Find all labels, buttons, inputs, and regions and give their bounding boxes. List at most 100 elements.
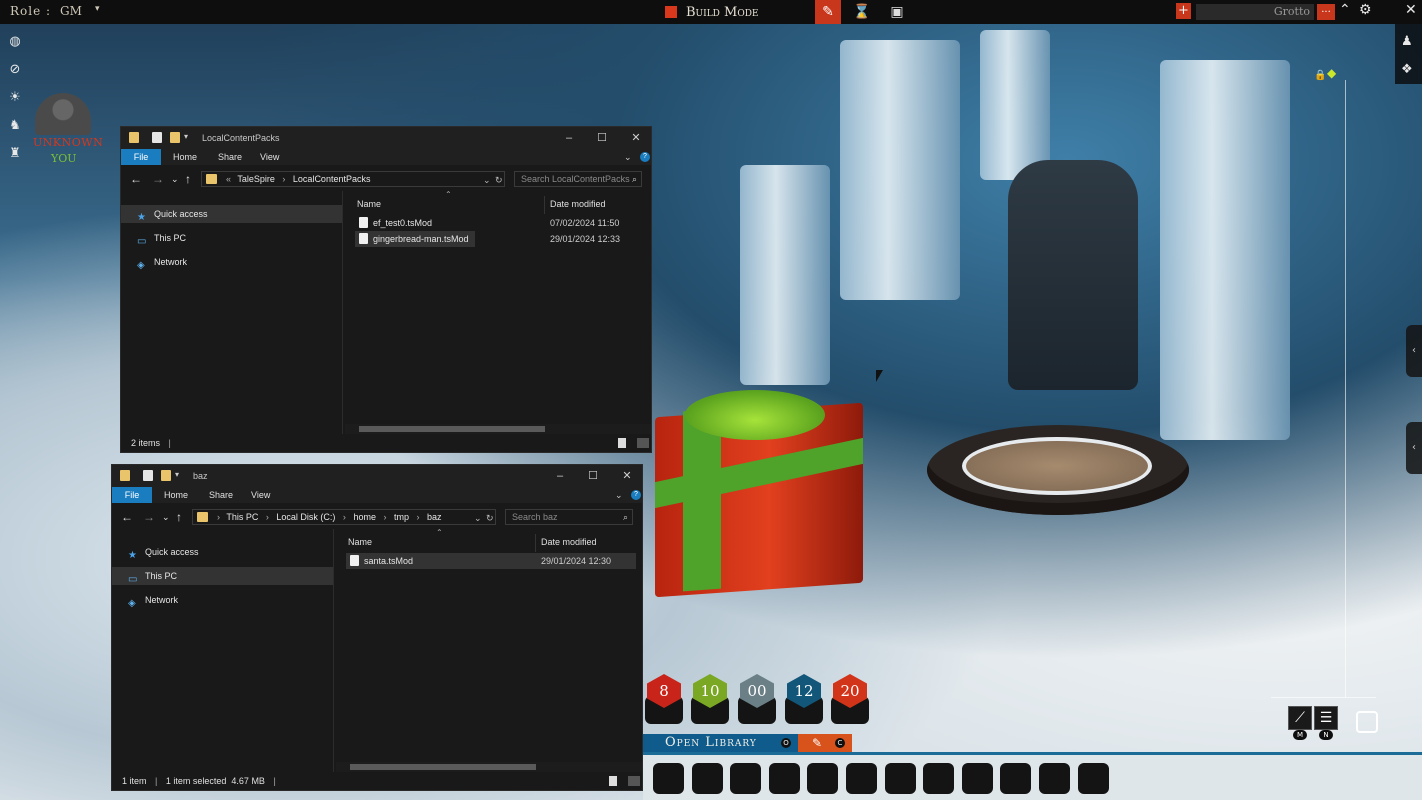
search-input[interactable]: Search baz ⌕ <box>505 509 633 525</box>
properties-icon[interactable] <box>152 132 162 143</box>
eye-off-icon[interactable]: ⊘ <box>6 62 24 80</box>
minimize-button[interactable]: – <box>562 131 576 145</box>
address-bar[interactable]: › This PC › Local Disk (C:) › home › tmp… <box>192 509 496 525</box>
creature-icon[interactable]: ♜ <box>6 146 24 164</box>
right-panel-handle[interactable]: ‹ <box>1406 325 1422 377</box>
plane-tool-button[interactable]: ☰ <box>1314 706 1338 730</box>
die-d12-button[interactable]: 12 <box>785 674 823 724</box>
tab-share[interactable]: Share <box>218 152 242 162</box>
stone-pedestal[interactable] <box>927 425 1189 515</box>
hotbar-slot[interactable] <box>846 763 877 794</box>
help-icon[interactable]: ? <box>640 152 650 162</box>
help-icon[interactable]: ? <box>631 490 641 500</box>
board-menu-button[interactable]: ... <box>1317 4 1335 20</box>
chevron-down-icon[interactable]: ▾ <box>175 470 185 481</box>
minimize-button[interactable]: – <box>553 469 567 483</box>
line-tool-button[interactable]: ⟋ <box>1288 706 1312 730</box>
layers-icon[interactable]: ❖ <box>1401 62 1413 77</box>
close-button[interactable]: ✕ <box>629 131 643 145</box>
up-arrow-icon[interactable]: ↑ <box>176 510 182 524</box>
hotbar-slot[interactable] <box>691 763 723 794</box>
details-view-icon[interactable] <box>618 438 626 448</box>
add-board-button[interactable]: + <box>1176 3 1191 19</box>
die-d8-button[interactable]: 8 <box>645 674 683 724</box>
hotbar-slot[interactable] <box>768 763 800 794</box>
address-dropdown-icon[interactable]: ⌄ <box>474 511 482 525</box>
nav-item-this-pc[interactable]: ▭ This PC <box>121 229 342 247</box>
die-d10-button[interactable]: 10 <box>691 674 729 724</box>
breadcrumb-talespire[interactable]: TaleSpire <box>237 174 275 184</box>
column-header-name[interactable]: Name <box>348 537 372 547</box>
tab-home[interactable]: Home <box>173 152 197 162</box>
hotbar-slot[interactable] <box>807 763 839 794</box>
nav-item-quick-access[interactable]: ★ Quick access <box>121 205 342 223</box>
horizontal-scrollbar[interactable] <box>336 762 642 772</box>
forward-arrow-icon[interactable]: → <box>152 172 164 186</box>
refresh-icon[interactable]: ↻ <box>495 173 503 187</box>
new-folder-icon[interactable] <box>170 132 180 143</box>
hotbar-slot[interactable] <box>923 763 955 794</box>
avatar[interactable] <box>35 93 91 135</box>
sun-icon[interactable]: ☀ <box>6 90 24 108</box>
tiles-view-icon[interactable] <box>628 776 640 786</box>
nav-item-quick-access[interactable]: ★ Quick access <box>112 543 333 561</box>
party-icon[interactable]: ♞ <box>6 118 24 136</box>
window-title-bar[interactable]: ▾ LocalContentPacks – ☐ ✕ <box>121 127 651 149</box>
gift-box[interactable] <box>655 390 863 598</box>
recent-locations-icon[interactable]: ⌄ <box>171 174 179 185</box>
hotbar-slot[interactable] <box>961 763 993 794</box>
up-arrow-icon[interactable]: ↑ <box>185 172 191 186</box>
die-d20-button[interactable]: 20 <box>831 674 869 724</box>
tab-file[interactable]: File <box>112 487 152 503</box>
scrollbar-thumb[interactable] <box>359 426 545 432</box>
file-explorer-window[interactable]: ▾ LocalContentPacks – ☐ ✕ File Home Shar… <box>120 126 652 453</box>
table-row[interactable]: ef_test0.tsMod 07/02/2024 11:50 <box>355 215 645 231</box>
tab-view[interactable]: View <box>251 490 270 500</box>
tab-file[interactable]: File <box>121 149 161 165</box>
tab-home[interactable]: Home <box>164 490 188 500</box>
back-arrow-icon[interactable]: ← <box>121 510 133 524</box>
gear-icon[interactable]: ⚙ <box>1359 2 1372 18</box>
new-folder-icon[interactable] <box>161 470 171 481</box>
board-name[interactable]: Grotto <box>1196 4 1314 20</box>
search-input[interactable]: Search LocalContentPacks ⌕ <box>514 171 642 187</box>
chevron-down-icon[interactable]: ⌄ <box>615 490 623 501</box>
hotbar-slot[interactable] <box>1039 763 1070 794</box>
paint-tool-button[interactable]: ✎ <box>815 0 841 24</box>
address-dropdown-icon[interactable]: ⌄ <box>483 173 491 187</box>
back-arrow-icon[interactable]: ← <box>130 172 142 186</box>
breadcrumb-home[interactable]: home <box>353 512 376 522</box>
hotbar-slot[interactable] <box>730 763 762 794</box>
compass-icon[interactable]: ◆ <box>1327 66 1336 80</box>
column-header-date[interactable]: Date modified <box>541 537 597 547</box>
nav-item-network[interactable]: ◈ Network <box>112 591 333 609</box>
chevron-down-icon[interactable]: ▾ <box>95 4 100 14</box>
close-button[interactable]: ✕ <box>620 469 634 483</box>
hotbar-slot[interactable] <box>653 763 684 794</box>
hotbar-slot[interactable] <box>884 763 916 794</box>
window-title-bar[interactable]: ▾ baz – ☐ ✕ <box>112 465 642 487</box>
column-header-name[interactable]: Name <box>357 199 381 209</box>
chevron-up-icon[interactable]: ⌃ <box>1339 2 1351 18</box>
tiles-view-icon[interactable] <box>637 438 649 448</box>
hotbar-slot[interactable] <box>1077 763 1109 794</box>
maximize-button[interactable]: ☐ <box>595 131 609 145</box>
nav-item-network[interactable]: ◈ Network <box>121 253 342 271</box>
scrollbar-thumb[interactable] <box>350 764 536 770</box>
select-square-button[interactable] <box>1356 711 1378 733</box>
recent-locations-icon[interactable]: ⌄ <box>162 512 170 523</box>
hotbar-slot[interactable] <box>1000 763 1032 794</box>
role-selector[interactable]: GM <box>60 4 82 18</box>
right-panel-handle[interactable]: ‹ <box>1406 422 1422 474</box>
person-icon[interactable]: ♟ <box>1401 34 1413 49</box>
details-view-icon[interactable] <box>609 776 617 786</box>
horizontal-scrollbar[interactable] <box>345 424 651 434</box>
close-icon[interactable]: ✕ <box>1405 2 1417 18</box>
tab-view[interactable]: View <box>260 152 279 162</box>
hourglass-tool-button[interactable]: ⌛ <box>849 0 875 24</box>
column-divider[interactable] <box>544 196 545 214</box>
cutscene-tool-button[interactable]: ▣ <box>884 0 910 24</box>
chevron-down-icon[interactable]: ⌄ <box>624 152 632 163</box>
maximize-button[interactable]: ☐ <box>586 469 600 483</box>
table-row[interactable]: santa.tsMod 29/01/2024 12:30 <box>346 553 636 569</box>
